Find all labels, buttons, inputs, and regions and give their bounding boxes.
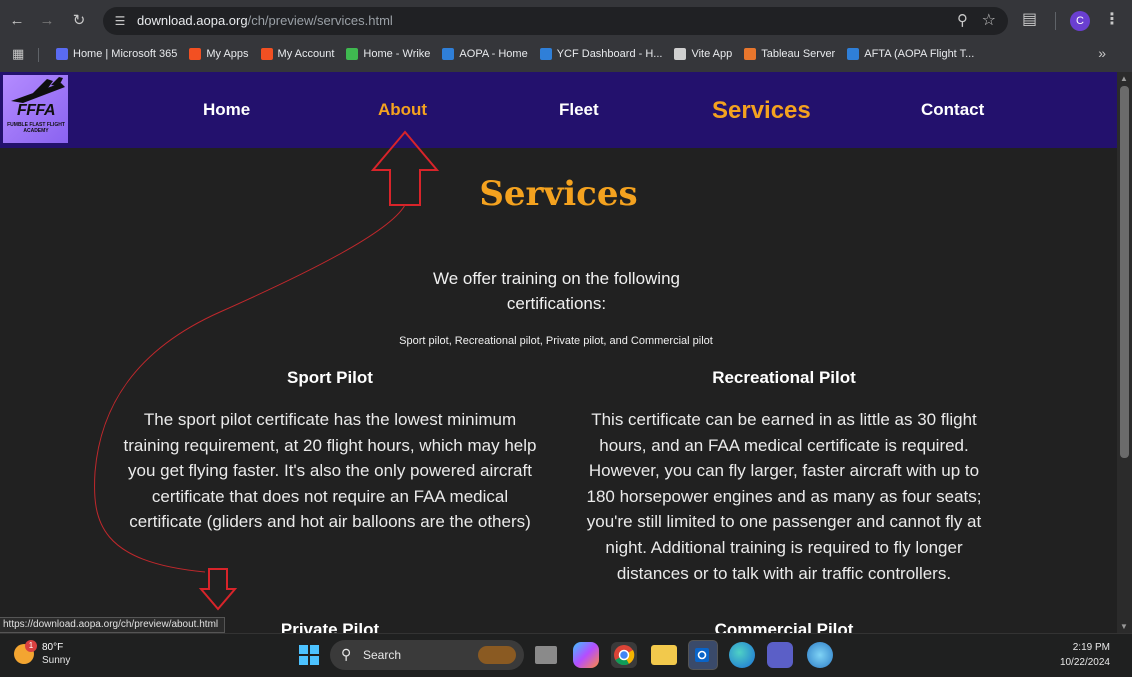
apps-grid-icon[interactable]: ▦ xyxy=(12,46,24,62)
more-bookmarks-icon[interactable]: » xyxy=(1098,45,1106,61)
site-navbar: FFFA FUMBLE FLAST FLIGHT ACADEMY Home Ab… xyxy=(0,72,1117,148)
toolbar-divider xyxy=(1055,12,1056,30)
bookmark-star-icon[interactable]: ☆ xyxy=(982,10,996,30)
taskbar-search[interactable]: ⚲ Search xyxy=(330,640,524,670)
search-label: Search xyxy=(363,648,402,662)
bookmark-favicon-icon xyxy=(346,48,359,60)
bookmark-label: Vite App xyxy=(691,48,733,60)
page-scrollbar[interactable]: ▲ ▼ xyxy=(1117,72,1132,633)
bookmark-label: My Account xyxy=(277,48,335,60)
weather-condition: Sunny xyxy=(42,655,71,666)
notification-badge: 1 xyxy=(25,640,37,652)
logo-subtext: FUMBLE FLAST FLIGHT ACADEMY xyxy=(7,122,65,134)
nav-about[interactable]: About xyxy=(378,100,427,120)
chrome-logo-icon xyxy=(614,645,635,666)
bookmark-item[interactable]: My Apps xyxy=(183,42,254,66)
bookmark-favicon-icon xyxy=(56,48,68,60)
site-logo[interactable]: FFFA FUMBLE FLAST FLIGHT ACADEMY xyxy=(3,75,68,143)
bookmark-label: AOPA - Home xyxy=(459,48,528,60)
screen: ← → ↻ ☰ download.aopa.org/ch/preview/ser… xyxy=(0,0,1132,677)
chrome-icon[interactable] xyxy=(611,642,637,668)
bookmark-item[interactable]: Home - Wrike xyxy=(340,42,436,66)
outlook-logo-icon xyxy=(695,648,709,662)
nav-contact[interactable]: Contact xyxy=(921,100,984,120)
weather-temperature: 80°F xyxy=(42,642,64,653)
teams-icon[interactable] xyxy=(767,642,793,668)
url-text[interactable]: download.aopa.org/ch/preview/services.ht… xyxy=(137,13,393,28)
extensions-icon[interactable]: ▤ xyxy=(1022,9,1037,29)
recreational-pilot-heading: Recreational Pilot xyxy=(712,368,856,387)
zoom-icon[interactable]: ⚲ xyxy=(957,11,968,29)
bookmarks-bar: ▦ Home | Microsoft 365 My Apps My Account H… xyxy=(0,42,1132,66)
reload-icon[interactable]: ↻ xyxy=(68,10,90,32)
search-highlight-icon xyxy=(478,646,516,664)
address-bar[interactable]: ☰ download.aopa.org/ch/preview/services.… xyxy=(103,7,1008,35)
bookmark-list: Home | Microsoft 365 My Apps My Account Hom… xyxy=(50,42,980,66)
intro-text: We offer training on the following certi… xyxy=(433,269,680,313)
web-page: FFFA FUMBLE FLAST FLIGHT ACADEMY Home Ab… xyxy=(0,72,1117,633)
bookmark-item[interactable]: Tableau Server xyxy=(738,42,841,66)
windows-logo-icon xyxy=(299,645,319,665)
paint-icon[interactable] xyxy=(807,642,833,668)
bookmark-label: Home - Wrike xyxy=(363,48,431,60)
scroll-down-icon[interactable]: ▼ xyxy=(1120,622,1128,631)
search-icon: ⚲ xyxy=(341,646,352,662)
sport-pilot-body: The sport pilot certificate has the lowe… xyxy=(123,410,537,532)
bookmark-item[interactable]: Vite App xyxy=(668,42,738,66)
bookmark-item[interactable]: Home | Microsoft 365 xyxy=(50,42,183,66)
bookmark-favicon-icon xyxy=(260,48,273,60)
bookmarks-divider xyxy=(38,48,39,62)
bookmark-label: YCF Dashboard - H... xyxy=(556,48,663,60)
scroll-thumb[interactable] xyxy=(1120,86,1129,458)
recreational-pilot-body: This certificate can be earned in as lit… xyxy=(586,410,982,583)
bookmark-item[interactable]: AFTA (AOPA Flight T... xyxy=(841,42,980,66)
start-icon[interactable] xyxy=(296,642,322,668)
bookmark-item[interactable]: YCF Dashboard - H... xyxy=(534,42,669,66)
system-clock[interactable]: 2:19 PM 10/22/2024 xyxy=(1060,640,1110,670)
task-view-icon[interactable] xyxy=(535,646,557,664)
bookmark-favicon-icon xyxy=(189,48,202,60)
site-info-icon[interactable]: ☰ xyxy=(111,12,129,30)
bookmark-item[interactable]: AOPA - Home xyxy=(436,42,533,66)
bookmark-label: Home | Microsoft 365 xyxy=(73,48,178,60)
file-explorer-icon[interactable] xyxy=(651,645,677,665)
certification-list: Sport pilot, Recreational pilot, Private… xyxy=(399,335,713,347)
browser-toolbar: ← → ↻ ☰ download.aopa.org/ch/preview/ser… xyxy=(0,0,1132,72)
bookmark-favicon-icon xyxy=(442,48,455,60)
back-icon[interactable]: ← xyxy=(6,10,28,32)
commercial-pilot-heading: Commercial Pilot xyxy=(714,620,854,633)
bookmark-label: My Apps xyxy=(206,48,249,60)
forward-icon[interactable]: → xyxy=(36,10,58,32)
edge-icon[interactable] xyxy=(729,642,755,668)
bookmark-label: AFTA (AOPA Flight T... xyxy=(864,48,975,60)
bookmark-label: Tableau Server xyxy=(761,48,836,60)
clock-time: 2:19 PM xyxy=(1072,642,1110,653)
nav-home[interactable]: Home xyxy=(203,100,250,120)
bookmark-favicon-icon xyxy=(847,48,860,60)
clock-date: 10/22/2024 xyxy=(1059,657,1110,668)
scroll-up-icon[interactable]: ▲ xyxy=(1120,74,1128,83)
windows-taskbar: 1 80°F Sunny ⚲ Search 2:19 PM 10/22/2024 xyxy=(0,633,1132,677)
outlook-icon[interactable] xyxy=(688,640,718,670)
bookmark-item[interactable]: My Account xyxy=(255,42,341,66)
sport-pilot-heading: Sport Pilot xyxy=(287,368,373,387)
link-status-url: https://download.aopa.org/ch/preview/abo… xyxy=(0,617,226,633)
profile-avatar[interactable]: C xyxy=(1070,11,1090,31)
page-title: Services xyxy=(479,174,638,214)
browser-menu-icon[interactable]: ⋮ xyxy=(1104,9,1120,29)
nav-services[interactable]: Services xyxy=(712,97,811,125)
nav-fleet[interactable]: Fleet xyxy=(559,100,599,120)
copilot-icon[interactable] xyxy=(573,642,599,668)
bookmark-favicon-icon xyxy=(674,48,687,60)
logo-text: FFFA xyxy=(17,102,56,119)
down-arrow-annotation xyxy=(198,568,238,611)
bookmark-favicon-icon xyxy=(744,48,757,60)
bookmark-favicon-icon xyxy=(539,48,552,60)
